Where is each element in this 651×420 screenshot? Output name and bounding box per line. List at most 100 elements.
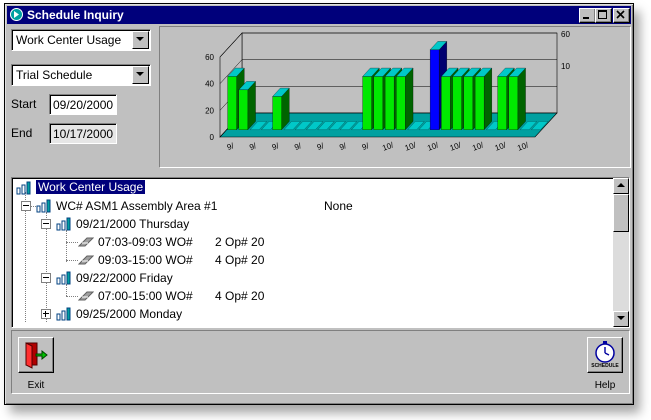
start-date-value: 09/20/2000 bbox=[53, 98, 114, 112]
chart-bar bbox=[272, 96, 282, 130]
bar-chart-icon bbox=[16, 181, 31, 195]
y-tick-label: 60 bbox=[205, 53, 214, 62]
operation-time: 07:03-09:03 WO# bbox=[98, 235, 193, 249]
scroll-thumb[interactable] bbox=[613, 194, 629, 232]
maximize-icon bbox=[598, 10, 607, 19]
operation-time: 09:03-15:00 WO# bbox=[98, 253, 193, 267]
exit-door-icon bbox=[25, 342, 48, 369]
help-button[interactable]: SCHEDULE bbox=[587, 337, 623, 373]
chart-bar bbox=[429, 49, 440, 130]
x-tick-label: 10/ bbox=[494, 140, 508, 153]
x-tick-label: 10/ bbox=[516, 140, 530, 153]
operation-icon bbox=[78, 291, 94, 301]
chart-bar-side bbox=[405, 67, 414, 131]
view-select-dropdown-button[interactable] bbox=[132, 31, 149, 49]
tree-root-label: Work Center Usage bbox=[36, 180, 146, 194]
day-label: 09/25/2000 Monday bbox=[76, 307, 183, 321]
bottom-toolbar: Exit SCHEDULE Help bbox=[11, 330, 630, 394]
collapse-toggle[interactable] bbox=[21, 201, 31, 211]
chart-bar bbox=[396, 76, 406, 130]
x-tick-label: 10/ bbox=[404, 140, 418, 153]
chevron-up-icon bbox=[617, 183, 625, 187]
collapse-toggle[interactable] bbox=[41, 273, 51, 283]
chart-bar-side bbox=[517, 67, 526, 131]
bar-chart-icon bbox=[56, 217, 71, 231]
tree-line bbox=[66, 296, 78, 298]
chart-bar bbox=[362, 76, 372, 130]
end-date-value: 10/17/2000 bbox=[53, 127, 114, 141]
chart-bar bbox=[452, 76, 462, 130]
chevron-down-icon bbox=[136, 37, 144, 41]
usage-chart-panel: 0 20 40 60 60 10 9/9/9/9/9/9/9/10/10/10/10/10/… bbox=[159, 26, 631, 168]
exit-label: Exit bbox=[27, 380, 45, 391]
x-tick-label: 9/ bbox=[248, 141, 258, 152]
scroll-down-button[interactable] bbox=[613, 311, 629, 327]
chart-bar bbox=[508, 76, 519, 130]
y-tick-label: 0 bbox=[210, 133, 215, 142]
schedule-tree[interactable]: Work Center Usage WC# ASM1 Assembly Area… bbox=[11, 177, 630, 328]
chart-bar-side bbox=[483, 67, 492, 131]
operation-icon bbox=[78, 255, 94, 265]
schedule-inquiry-window: Schedule Inquiry Work Center Usage Trial… bbox=[4, 3, 634, 405]
x-tick-label: 10/ bbox=[471, 140, 485, 153]
day-label: 09/22/2000 Friday bbox=[76, 271, 173, 285]
tree-scrollbar[interactable] bbox=[613, 178, 629, 327]
bar-chart-icon bbox=[36, 199, 51, 213]
right-tick-label: 60 bbox=[561, 30, 570, 39]
schedule-select-value: Trial Schedule bbox=[16, 68, 93, 82]
x-tick-label: 9/ bbox=[226, 141, 236, 152]
x-tick-label: 9/ bbox=[338, 141, 348, 152]
title-bar[interactable]: Schedule Inquiry bbox=[7, 6, 631, 24]
collapse-toggle[interactable] bbox=[41, 219, 51, 229]
y-tick-label: 40 bbox=[205, 80, 214, 89]
day-label: 09/21/2000 Thursday bbox=[76, 217, 190, 231]
usage-chart: 0 20 40 60 60 10 9/9/9/9/9/9/9/10/10/10/10/10/… bbox=[205, 30, 570, 153]
minimize-icon bbox=[583, 17, 589, 19]
work-center-status: None bbox=[324, 199, 353, 213]
chart-bar bbox=[384, 76, 395, 130]
app-icon bbox=[10, 8, 23, 21]
operation-detail: 4 Op# 20 bbox=[215, 253, 265, 267]
chart-bar bbox=[373, 76, 384, 130]
x-tick-label: 10/ bbox=[381, 140, 395, 153]
close-icon bbox=[616, 10, 625, 19]
chevron-down-icon bbox=[136, 72, 144, 76]
operation-detail: 4 Op# 20 bbox=[215, 289, 265, 303]
tree-line bbox=[66, 260, 78, 262]
tree-work-center-row[interactable]: WC# ASM1 Assembly Area #1 None bbox=[20, 197, 580, 215]
bar-chart-icon bbox=[56, 307, 71, 321]
start-label: Start bbox=[11, 97, 37, 111]
tree-line bbox=[66, 230, 68, 262]
start-date-field[interactable]: 09/20/2000 bbox=[49, 94, 117, 115]
chart-bar bbox=[238, 89, 248, 130]
maximize-button[interactable] bbox=[595, 8, 612, 23]
chart-bar bbox=[227, 76, 237, 130]
x-tick-label: 9/ bbox=[293, 141, 303, 152]
end-label: End bbox=[11, 126, 33, 140]
tree-line bbox=[66, 242, 78, 244]
close-button[interactable] bbox=[613, 8, 630, 23]
schedule-select[interactable]: Trial Schedule bbox=[11, 64, 151, 86]
end-date-field[interactable]: 10/17/2000 bbox=[49, 123, 117, 144]
tree-line bbox=[66, 284, 68, 296]
exit-button[interactable] bbox=[18, 337, 54, 373]
view-select[interactable]: Work Center Usage bbox=[11, 29, 151, 51]
view-select-value: Work Center Usage bbox=[16, 33, 122, 47]
chevron-down-icon bbox=[617, 316, 625, 320]
work-center-label: WC# ASM1 Assembly Area #1 bbox=[56, 199, 218, 213]
x-tick-label: 10/ bbox=[449, 140, 463, 153]
minimize-button[interactable] bbox=[579, 8, 596, 23]
x-tick-label: 10/ bbox=[426, 140, 440, 153]
chart-bar bbox=[463, 76, 474, 130]
schedule-icon-text: SCHEDULE bbox=[591, 363, 619, 369]
scroll-up-button[interactable] bbox=[613, 178, 629, 194]
operation-detail: 2 Op# 20 bbox=[215, 235, 265, 249]
chart-bar bbox=[441, 76, 451, 130]
operation-time: 07:00-15:00 WO# bbox=[98, 289, 193, 303]
expand-toggle[interactable] bbox=[41, 309, 51, 319]
schedule-select-dropdown-button[interactable] bbox=[132, 66, 149, 84]
help-label: Help bbox=[594, 380, 616, 391]
y-tick-label: 20 bbox=[205, 106, 214, 115]
x-tick-label: 9/ bbox=[361, 141, 371, 152]
chart-bar bbox=[474, 76, 485, 130]
